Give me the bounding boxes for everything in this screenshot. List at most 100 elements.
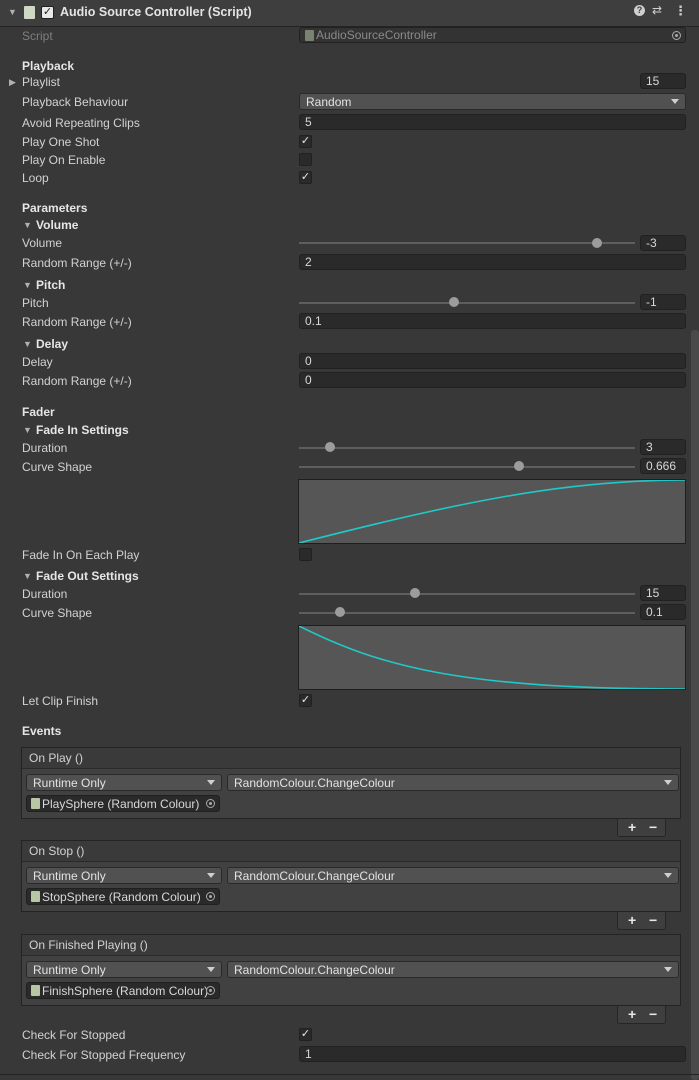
event-target-object-field[interactable]: PlaySphere (Random Colour) xyxy=(26,795,220,812)
volume-random-range-field[interactable]: 2 xyxy=(299,254,686,270)
fade-out-group-title[interactable]: Fade Out Settings xyxy=(36,569,139,583)
event-add-remove-buttons: + − xyxy=(617,819,666,837)
fade-in-each-play-checkbox[interactable] xyxy=(299,548,312,561)
fade-in-each-play-label: Fade In On Each Play xyxy=(22,548,140,562)
script-field: AudioSourceController xyxy=(299,27,686,43)
remove-listener-button[interactable]: − xyxy=(649,819,657,835)
play-one-shot-label: Play One Shot xyxy=(22,135,100,149)
fade-out-curve-slider-knob[interactable] xyxy=(334,607,345,617)
remove-listener-button[interactable]: − xyxy=(649,912,657,928)
event-target-object-field[interactable]: StopSphere (Random Colour) xyxy=(26,888,220,905)
fade-in-curve-field[interactable]: 0.666 xyxy=(640,458,686,474)
script-icon xyxy=(31,985,40,996)
event-on-stop: On Stop () Runtime Only RandomColour.Cha… xyxy=(21,840,681,912)
fade-out-curve-slider-track[interactable] xyxy=(299,612,635,614)
loop-label: Loop xyxy=(22,171,49,185)
event-mode-dropdown[interactable]: Runtime Only xyxy=(26,774,222,791)
foldout-arrow-icon[interactable]: ▼ xyxy=(8,7,17,17)
fade-in-curve-slider-knob[interactable] xyxy=(514,461,525,471)
add-listener-button[interactable]: + xyxy=(628,912,636,928)
event-mode-value: Runtime Only xyxy=(33,963,106,977)
play-one-shot-checkbox[interactable]: ✓ xyxy=(299,135,312,148)
volume-label: Volume xyxy=(22,236,63,250)
chevron-down-icon xyxy=(207,780,215,785)
fade-out-curve-field[interactable]: 0.1 xyxy=(640,604,686,620)
event-function-value: RandomColour.ChangeColour xyxy=(234,776,395,790)
fade-out-curve-preview[interactable] xyxy=(298,625,686,690)
event-target-object-field[interactable]: FinishSphere (Random Colour) xyxy=(26,982,220,999)
fade-in-duration-field[interactable]: 3 xyxy=(640,439,686,455)
delay-group-title[interactable]: Delay xyxy=(36,337,68,351)
avoid-repeating-label: Avoid Repeating Clips xyxy=(22,116,140,130)
fade-in-duration-slider-track[interactable] xyxy=(299,447,635,449)
fade-in-foldout-icon[interactable]: ▼ xyxy=(23,425,32,435)
volume-value-field[interactable]: -3 xyxy=(640,235,686,251)
volume-random-range-label: Random Range (+/-) xyxy=(22,256,132,270)
fade-in-group-title[interactable]: Fade In Settings xyxy=(36,423,129,437)
chevron-down-icon xyxy=(664,967,672,972)
avoid-repeating-field[interactable]: 5 xyxy=(299,114,686,130)
chevron-down-icon xyxy=(671,99,679,104)
event-function-dropdown[interactable]: RandomColour.ChangeColour xyxy=(227,961,679,978)
delay-random-range-field[interactable]: 0 xyxy=(299,372,686,388)
event-function-dropdown[interactable]: RandomColour.ChangeColour xyxy=(227,867,679,884)
pitch-random-range-field[interactable]: 0.1 xyxy=(299,313,686,329)
pitch-slider-knob[interactable] xyxy=(448,297,459,307)
object-picker-icon[interactable] xyxy=(672,31,681,40)
event-function-value: RandomColour.ChangeColour xyxy=(234,869,395,883)
event-mode-dropdown[interactable]: Runtime Only xyxy=(26,867,222,884)
pitch-value-field[interactable]: -1 xyxy=(640,294,686,310)
preset-icon[interactable]: ⇄ xyxy=(652,3,662,17)
event-header: On Play () xyxy=(22,748,680,769)
event-mode-dropdown[interactable]: Runtime Only xyxy=(26,961,222,978)
inspector-scrollbar[interactable] xyxy=(691,330,699,1080)
event-target-object-value: FinishSphere (Random Colour) xyxy=(42,984,209,998)
volume-slider-track[interactable] xyxy=(299,242,635,244)
remove-listener-button[interactable]: − xyxy=(649,1006,657,1022)
help-icon[interactable]: ? xyxy=(634,5,645,16)
playlist-size-field[interactable]: 15 xyxy=(640,73,686,89)
event-title: On Finished Playing () xyxy=(29,938,148,952)
bottom-divider xyxy=(0,1074,699,1075)
fade-in-curve-preview[interactable] xyxy=(298,479,686,544)
fade-out-duration-field[interactable]: 15 xyxy=(640,585,686,601)
playlist-label[interactable]: Playlist xyxy=(22,75,60,89)
object-picker-icon[interactable] xyxy=(206,892,215,901)
volume-slider-knob[interactable] xyxy=(592,238,603,248)
add-listener-button[interactable]: + xyxy=(628,1006,636,1022)
fade-out-duration-slider-knob[interactable] xyxy=(409,588,420,598)
playlist-foldout-icon[interactable]: ▶ xyxy=(9,77,16,88)
fade-in-duration-slider-knob[interactable] xyxy=(325,442,336,452)
let-clip-finish-checkbox[interactable]: ✓ xyxy=(299,694,312,707)
event-on-play: On Play () Runtime Only RandomColour.Cha… xyxy=(21,747,681,819)
add-listener-button[interactable]: + xyxy=(628,819,636,835)
event-target-object-value: StopSphere (Random Colour) xyxy=(42,890,201,904)
event-mode-value: Runtime Only xyxy=(33,776,106,790)
fade-out-curve-line xyxy=(299,626,685,689)
pitch-group-title[interactable]: Pitch xyxy=(36,278,65,292)
pitch-slider-track[interactable] xyxy=(299,302,635,304)
loop-checkbox[interactable]: ✓ xyxy=(299,171,312,184)
fade-out-duration-label: Duration xyxy=(22,587,68,601)
delay-foldout-icon[interactable]: ▼ xyxy=(23,339,32,349)
script-label: Script xyxy=(22,29,53,43)
check-frequency-field[interactable]: 1 xyxy=(299,1046,686,1062)
check-for-stopped-checkbox[interactable]: ✓ xyxy=(299,1028,312,1041)
play-on-enable-checkbox[interactable] xyxy=(299,153,312,166)
fade-out-foldout-icon[interactable]: ▼ xyxy=(23,571,32,581)
volume-group-title[interactable]: Volume xyxy=(36,218,78,232)
volume-foldout-icon[interactable]: ▼ xyxy=(23,220,32,230)
event-add-remove-buttons: + − xyxy=(617,912,666,930)
fade-out-duration-slider-track[interactable] xyxy=(299,593,635,595)
delay-field[interactable]: 0 xyxy=(299,353,686,369)
pitch-foldout-icon[interactable]: ▼ xyxy=(23,280,32,290)
object-picker-icon[interactable] xyxy=(206,799,215,808)
context-menu-icon[interactable]: ⋮ xyxy=(674,3,687,19)
event-function-dropdown[interactable]: RandomColour.ChangeColour xyxy=(227,774,679,791)
fade-in-curve-label: Curve Shape xyxy=(22,460,93,474)
playback-behaviour-value: Random xyxy=(306,95,352,109)
enabled-checkbox[interactable]: ✓ xyxy=(41,6,54,19)
object-picker-icon[interactable] xyxy=(206,986,215,995)
fade-in-curve-slider-track[interactable] xyxy=(299,466,635,468)
playback-behaviour-dropdown[interactable]: Random xyxy=(299,93,686,110)
